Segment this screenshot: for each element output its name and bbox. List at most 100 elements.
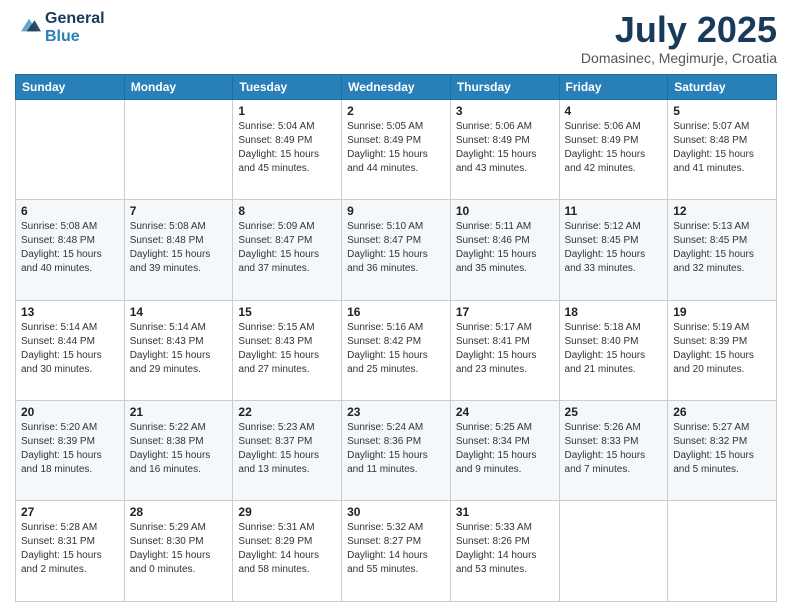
- table-row: 22 Sunrise: 5:23 AM Sunset: 8:37 PM Dayli…: [233, 401, 342, 501]
- day-number: 15: [238, 305, 336, 319]
- month-title: July 2025: [581, 10, 777, 50]
- day-number: 8: [238, 204, 336, 218]
- day-info: Sunrise: 5:17 AM Sunset: 8:41 PM Dayligh…: [456, 321, 554, 377]
- day-number: 29: [238, 505, 336, 519]
- day-info: Sunrise: 5:31 AM Sunset: 8:29 PM Dayligh…: [238, 521, 336, 577]
- location: Domasinec, Megimurje, Croatia: [581, 50, 777, 66]
- table-row: 9Sunrise: 5:10 AM Sunset: 8:47 PM Daylig…: [342, 200, 451, 300]
- table-row: 26 Sunrise: 5:27 AM Sunset: 8:32 PM Dayli…: [668, 401, 777, 501]
- table-row: 11Sunrise: 5:12 AM Sunset: 8:45 PM Dayli…: [559, 200, 668, 300]
- day-info: Sunrise: 5:19 AM Sunset: 8:39 PM Dayligh…: [673, 321, 771, 377]
- day-info: Sunrise: 5:12 AM Sunset: 8:45 PM Dayligh…: [565, 220, 663, 276]
- table-row: 12 Sunrise: 5:13 AM Sunset: 8:45 PM Dayli…: [668, 200, 777, 300]
- day-number: 7: [130, 204, 228, 218]
- day-info: Sunrise: 5:04 AM Sunset: 8:49 PM Dayligh…: [238, 120, 336, 176]
- day-info: Sunrise: 5:20 AM Sunset: 8:39 PM Dayligh…: [21, 421, 119, 477]
- day-number: 18: [565, 305, 663, 319]
- table-row: 19 Sunrise: 5:19 AM Sunset: 8:39 PM Dayli…: [668, 300, 777, 400]
- day-info: Sunrise: 5:18 AM Sunset: 8:40 PM Dayligh…: [565, 321, 663, 377]
- table-row: 25 Sunrise: 5:26 AM Sunset: 8:33 PM Dayli…: [559, 401, 668, 501]
- day-info: Sunrise: 5:14 AM Sunset: 8:44 PM Dayligh…: [21, 321, 119, 377]
- table-row: 14Sunrise: 5:14 AM Sunset: 8:43 PM Dayli…: [124, 300, 233, 400]
- table-row: 18 Sunrise: 5:18 AM Sunset: 8:40 PM Dayli…: [559, 300, 668, 400]
- day-number: 10: [456, 204, 554, 218]
- day-info: Sunrise: 5:29 AM Sunset: 8:30 PM Dayligh…: [130, 521, 228, 577]
- header: General Blue July 2025 Domasinec, Megimu…: [15, 10, 777, 66]
- table-row: [124, 99, 233, 199]
- day-info: Sunrise: 5:22 AM Sunset: 8:38 PM Dayligh…: [130, 421, 228, 477]
- table-row: [16, 99, 125, 199]
- table-row: 28 Sunrise: 5:29 AM Sunset: 8:30 PM Dayli…: [124, 501, 233, 602]
- day-info: Sunrise: 5:08 AM Sunset: 8:48 PM Dayligh…: [130, 220, 228, 276]
- day-number: 3: [456, 104, 554, 118]
- day-number: 22: [238, 405, 336, 419]
- day-number: 12: [673, 204, 771, 218]
- table-row: 15 Sunrise: 5:15 AM Sunset: 8:43 PM Dayli…: [233, 300, 342, 400]
- table-row: 23Sunrise: 5:24 AM Sunset: 8:36 PM Dayli…: [342, 401, 451, 501]
- table-row: 20 Sunrise: 5:20 AM Sunset: 8:39 PM Dayli…: [16, 401, 125, 501]
- logo-text-blue: Blue: [45, 28, 80, 45]
- header-tuesday: Tuesday: [233, 74, 342, 99]
- table-row: 13 Sunrise: 5:14 AM Sunset: 8:44 PM Dayli…: [16, 300, 125, 400]
- table-row: 29 Sunrise: 5:31 AM Sunset: 8:29 PM Dayli…: [233, 501, 342, 602]
- day-info: Sunrise: 5:27 AM Sunset: 8:32 PM Dayligh…: [673, 421, 771, 477]
- day-number: 26: [673, 405, 771, 419]
- calendar-week-row: 6 Sunrise: 5:08 AM Sunset: 8:48 PM Daylig…: [16, 200, 777, 300]
- day-number: 28: [130, 505, 228, 519]
- header-wednesday: Wednesday: [342, 74, 451, 99]
- day-info: Sunrise: 5:10 AM Sunset: 8:47 PM Dayligh…: [347, 220, 445, 276]
- title-block: July 2025 Domasinec, Megimurje, Croatia: [581, 10, 777, 66]
- table-row: 4 Sunrise: 5:06 AM Sunset: 8:49 PM Daylig…: [559, 99, 668, 199]
- calendar-week-row: 1Sunrise: 5:04 AM Sunset: 8:49 PM Daylig…: [16, 99, 777, 199]
- calendar-week-row: 20 Sunrise: 5:20 AM Sunset: 8:39 PM Dayli…: [16, 401, 777, 501]
- day-number: 2: [347, 104, 445, 118]
- table-row: 27 Sunrise: 5:28 AM Sunset: 8:31 PM Dayli…: [16, 501, 125, 602]
- day-info: Sunrise: 5:06 AM Sunset: 8:49 PM Dayligh…: [565, 120, 663, 176]
- table-row: 24 Sunrise: 5:25 AM Sunset: 8:34 PM Dayli…: [450, 401, 559, 501]
- day-number: 31: [456, 505, 554, 519]
- day-number: 17: [456, 305, 554, 319]
- table-row: 8 Sunrise: 5:09 AM Sunset: 8:47 PM Daylig…: [233, 200, 342, 300]
- calendar-table: Sunday Monday Tuesday Wednesday Thursday…: [15, 74, 777, 602]
- day-number: 20: [21, 405, 119, 419]
- day-info: Sunrise: 5:25 AM Sunset: 8:34 PM Dayligh…: [456, 421, 554, 477]
- day-info: Sunrise: 5:14 AM Sunset: 8:43 PM Dayligh…: [130, 321, 228, 377]
- header-thursday: Thursday: [450, 74, 559, 99]
- day-number: 19: [673, 305, 771, 319]
- table-row: 21Sunrise: 5:22 AM Sunset: 8:38 PM Dayli…: [124, 401, 233, 501]
- table-row: 16Sunrise: 5:16 AM Sunset: 8:42 PM Dayli…: [342, 300, 451, 400]
- day-info: Sunrise: 5:13 AM Sunset: 8:45 PM Dayligh…: [673, 220, 771, 276]
- day-info: Sunrise: 5:26 AM Sunset: 8:33 PM Dayligh…: [565, 421, 663, 477]
- header-friday: Friday: [559, 74, 668, 99]
- table-row: 5 Sunrise: 5:07 AM Sunset: 8:48 PM Daylig…: [668, 99, 777, 199]
- day-number: 30: [347, 505, 445, 519]
- day-number: 25: [565, 405, 663, 419]
- table-row: 17 Sunrise: 5:17 AM Sunset: 8:41 PM Dayli…: [450, 300, 559, 400]
- day-info: Sunrise: 5:15 AM Sunset: 8:43 PM Dayligh…: [238, 321, 336, 377]
- table-row: [559, 501, 668, 602]
- calendar-header-row: Sunday Monday Tuesday Wednesday Thursday…: [16, 74, 777, 99]
- day-info: Sunrise: 5:28 AM Sunset: 8:31 PM Dayligh…: [21, 521, 119, 577]
- table-row: 1Sunrise: 5:04 AM Sunset: 8:49 PM Daylig…: [233, 99, 342, 199]
- day-number: 24: [456, 405, 554, 419]
- day-info: Sunrise: 5:06 AM Sunset: 8:49 PM Dayligh…: [456, 120, 554, 176]
- day-number: 27: [21, 505, 119, 519]
- table-row: 2Sunrise: 5:05 AM Sunset: 8:49 PM Daylig…: [342, 99, 451, 199]
- day-number: 5: [673, 104, 771, 118]
- day-number: 4: [565, 104, 663, 118]
- table-row: 6 Sunrise: 5:08 AM Sunset: 8:48 PM Daylig…: [16, 200, 125, 300]
- day-info: Sunrise: 5:32 AM Sunset: 8:27 PM Dayligh…: [347, 521, 445, 577]
- header-saturday: Saturday: [668, 74, 777, 99]
- logo: General Blue: [15, 10, 105, 45]
- day-number: 13: [21, 305, 119, 319]
- table-row: 10Sunrise: 5:11 AM Sunset: 8:46 PM Dayli…: [450, 200, 559, 300]
- table-row: 3 Sunrise: 5:06 AM Sunset: 8:49 PM Daylig…: [450, 99, 559, 199]
- day-info: Sunrise: 5:23 AM Sunset: 8:37 PM Dayligh…: [238, 421, 336, 477]
- day-number: 6: [21, 204, 119, 218]
- day-info: Sunrise: 5:08 AM Sunset: 8:48 PM Dayligh…: [21, 220, 119, 276]
- day-info: Sunrise: 5:07 AM Sunset: 8:48 PM Dayligh…: [673, 120, 771, 176]
- day-info: Sunrise: 5:09 AM Sunset: 8:47 PM Dayligh…: [238, 220, 336, 276]
- logo-icon: [17, 15, 41, 35]
- header-sunday: Sunday: [16, 74, 125, 99]
- day-number: 23: [347, 405, 445, 419]
